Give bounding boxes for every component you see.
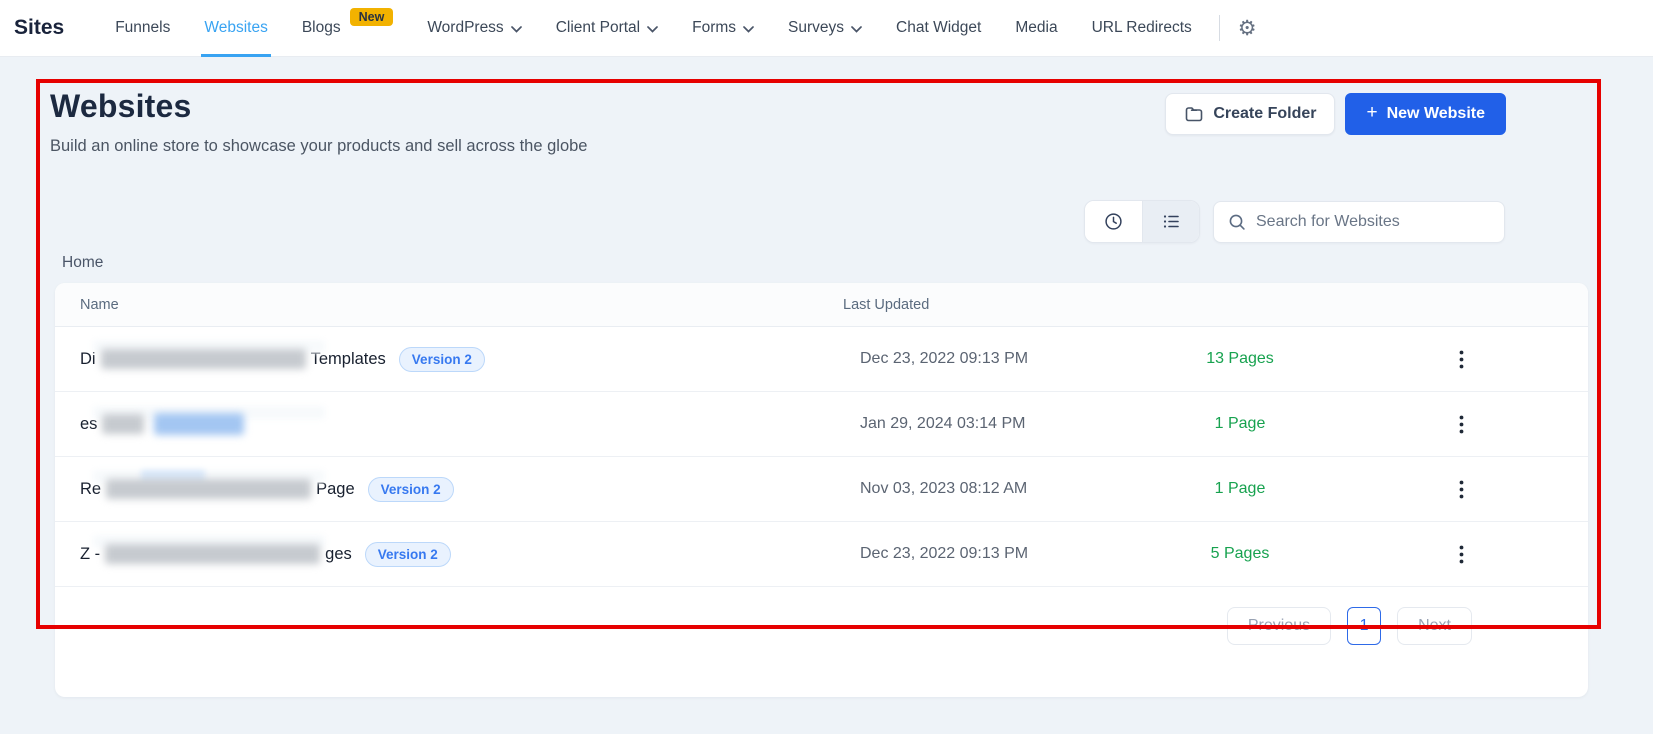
last-updated: Nov 03, 2023 08:12 AM xyxy=(805,480,1145,498)
tab-client-portal[interactable]: Client Portal xyxy=(539,0,675,57)
recent-view-button[interactable] xyxy=(1085,201,1142,242)
version-badge: Version 2 xyxy=(368,477,454,502)
pagination: Previous 1 Next xyxy=(1227,607,1472,645)
header-actions: Create Folder + New Website xyxy=(1165,93,1506,135)
search-input[interactable] xyxy=(1256,213,1490,231)
last-updated: Jan 29, 2024 03:14 PM xyxy=(805,415,1145,433)
new-badge: New xyxy=(350,8,394,26)
search-icon xyxy=(1228,213,1246,231)
page-title: Websites xyxy=(50,88,587,125)
tab-url-redirects[interactable]: URL Redirects xyxy=(1075,0,1209,57)
chevron-down-icon xyxy=(743,26,754,33)
redaction-blur xyxy=(106,479,311,499)
redaction-blur xyxy=(102,414,144,434)
pages-count[interactable]: 13 Pages xyxy=(1145,350,1335,368)
version-badge: Version 2 xyxy=(365,542,451,567)
table-row[interactable]: Re Page Version 2 Nov 03, 2023 08:12 AM … xyxy=(55,457,1588,522)
list-view-button[interactable] xyxy=(1142,201,1199,242)
current-page-button[interactable]: 1 xyxy=(1347,607,1381,645)
version-badge: Version 2 xyxy=(399,347,485,372)
folder-plus-icon xyxy=(1184,104,1204,124)
tab-websites[interactable]: Websites xyxy=(187,0,284,57)
tab-chat-widget[interactable]: Chat Widget xyxy=(879,0,998,57)
view-toggle-group xyxy=(1084,200,1200,243)
pages-count[interactable]: 1 Page xyxy=(1145,415,1335,433)
table-row[interactable]: es Jan 29, 2024 03:14 PM 1 Page xyxy=(55,392,1588,457)
tab-funnels[interactable]: Funnels xyxy=(98,0,187,57)
create-folder-button[interactable]: Create Folder xyxy=(1165,93,1335,135)
table-row[interactable]: Z - ges Version 2 Dec 23, 2022 09:13 PM … xyxy=(55,522,1588,587)
table-row[interactable]: Di Templates Version 2 Dec 23, 2022 09:1… xyxy=(55,327,1588,392)
gear-icon[interactable]: ⚙ xyxy=(1234,14,1261,43)
breadcrumb[interactable]: Home xyxy=(62,254,103,272)
table-header-row: Name Last Updated xyxy=(55,283,1588,327)
column-header-name: Name xyxy=(55,297,805,313)
tab-media[interactable]: Media xyxy=(998,0,1074,57)
redaction-blur xyxy=(154,413,244,435)
list-icon xyxy=(1161,211,1182,232)
sites-page: Sites Funnels Websites Blogs New WordPre… xyxy=(0,0,1653,734)
page-subtitle: Build an online store to showcase your p… xyxy=(50,137,587,156)
new-website-button[interactable]: + New Website xyxy=(1345,93,1506,135)
kebab-menu-icon[interactable] xyxy=(1335,545,1588,564)
kebab-menu-icon[interactable] xyxy=(1335,480,1588,499)
column-header-last-updated: Last Updated xyxy=(805,297,1145,313)
website-name[interactable]: Re Page Version 2 xyxy=(55,477,805,502)
website-name[interactable]: Di Templates Version 2 xyxy=(55,347,805,372)
plus-icon: + xyxy=(1366,102,1377,124)
kebab-menu-icon[interactable] xyxy=(1335,350,1588,369)
redaction-blur xyxy=(105,544,320,564)
search-box xyxy=(1213,201,1505,243)
page-header: Websites Build an online store to showca… xyxy=(50,88,587,156)
websites-table-card: Name Last Updated Di Templates Version 2… xyxy=(55,283,1588,697)
app-title: Sites xyxy=(14,16,64,40)
pages-count[interactable]: 5 Pages xyxy=(1145,545,1335,563)
nav-tabs: Funnels Websites Blogs New WordPress Cli… xyxy=(98,0,1209,57)
website-name[interactable]: Z - ges Version 2 xyxy=(55,542,805,567)
chevron-down-icon xyxy=(647,26,658,33)
last-updated: Dec 23, 2022 09:13 PM xyxy=(805,545,1145,563)
kebab-menu-icon[interactable] xyxy=(1335,415,1588,434)
tab-blogs[interactable]: Blogs New xyxy=(285,0,410,57)
nav-divider xyxy=(1219,15,1220,41)
website-name[interactable]: es xyxy=(55,413,805,435)
tab-surveys[interactable]: Surveys xyxy=(771,0,879,57)
list-toolbar xyxy=(1084,200,1505,243)
top-navigation: Sites Funnels Websites Blogs New WordPre… xyxy=(0,0,1653,57)
chevron-down-icon xyxy=(851,26,862,33)
last-updated: Dec 23, 2022 09:13 PM xyxy=(805,350,1145,368)
redaction-blur xyxy=(101,349,306,369)
chevron-down-icon xyxy=(511,26,522,33)
tab-forms[interactable]: Forms xyxy=(675,0,771,57)
pages-count[interactable]: 1 Page xyxy=(1145,480,1335,498)
next-page-button[interactable]: Next xyxy=(1397,607,1472,645)
clock-icon xyxy=(1103,211,1124,232)
previous-page-button[interactable]: Previous xyxy=(1227,607,1331,645)
tab-wordpress[interactable]: WordPress xyxy=(410,0,538,57)
